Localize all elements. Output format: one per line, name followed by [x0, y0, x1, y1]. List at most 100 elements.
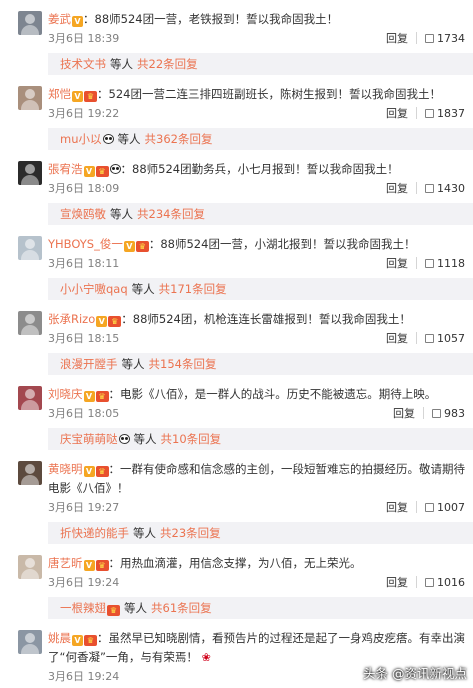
sub-reply-user[interactable]: 浪漫开膛手 [60, 357, 118, 371]
comment-body: 88师524团一营，小湖北报到！誓以我命固我土！ [160, 237, 416, 251]
sub-reply-bar[interactable]: 宣焕鸥敬 等人 共234条回复 [48, 203, 473, 225]
comment-item: 唐艺昕 V ♛ ：用热血滴灌，用信念支撑，为八佰，无上荣光。 3月6日 19:24 回… [0, 544, 473, 593]
thumb-up-icon[interactable] [425, 259, 434, 268]
sub-reply-bar[interactable]: 技术文书 等人 共22条回复 [48, 53, 473, 75]
comment-text: YHBOYS_俊一 V ♛ ：88师524团一营，小湖北报到！誓以我命固我土！ [48, 237, 416, 252]
comment-text: 張宥浩 V ♛ ：88师524团勤务兵，小七月报到！誓以我命固我土！ [48, 162, 399, 177]
sub-reply-user[interactable]: 折快递的能手 [60, 526, 129, 540]
avatar[interactable] [18, 86, 42, 110]
comment-username[interactable]: 黄晓明 [48, 462, 83, 476]
sub-reply-bar[interactable]: 小小宁嗷qaq 等人 共171条回复 [48, 278, 473, 300]
avatar[interactable] [18, 461, 42, 485]
sub-reply-count-link[interactable]: 共362条回复 [145, 132, 213, 146]
like-count: 1118 [437, 257, 465, 270]
reply-button[interactable]: 回复 [386, 32, 408, 45]
v-badge-icon: V [83, 166, 95, 177]
comment-username[interactable]: 张承Rizo [48, 312, 95, 326]
comment-username[interactable]: YHBOYS_俊一 [48, 237, 123, 251]
rose-emoji-icon: ❀ [201, 651, 211, 664]
avatar[interactable] [18, 11, 42, 35]
sub-reply-count-link[interactable]: 共171条回复 [159, 282, 227, 296]
comment-time: 3月6日 18:39 [48, 32, 120, 45]
like-count: 1007 [437, 501, 465, 514]
vip-badge-icon: ♛ [84, 635, 97, 646]
comment-username[interactable]: 唐艺昕 [48, 556, 83, 570]
sub-reply-bar[interactable]: 庆宝萌萌哒 等人 共10条回复 [48, 428, 473, 450]
thumb-up-icon[interactable] [425, 334, 434, 343]
watermark: 头条 @资讯新视点 [363, 666, 467, 681]
avatar[interactable] [18, 161, 42, 185]
sub-reply-bar[interactable]: 折快递的能手 等人 共23条回复 [48, 522, 473, 544]
reply-button[interactable]: 回复 [386, 257, 408, 270]
sub-reply-bar[interactable]: 浪漫开膛手 等人 共154条回复 [48, 353, 473, 375]
vip-badge-icon: ♛ [84, 91, 97, 102]
like-count: 983 [444, 407, 465, 420]
like-count: 1016 [437, 576, 465, 589]
comment-username[interactable]: 刘晓庆 [48, 387, 83, 401]
comment-meta: 3月6日 19:27 回复 1007 [48, 498, 465, 518]
comment-text: 郑恺 V ♛ ：524团一营二连三排四班副班长，陈树生报到！誓以我命固我土！ [48, 87, 441, 102]
comment-time: 3月6日 18:09 [48, 182, 120, 195]
avatar[interactable] [18, 555, 42, 579]
sub-reply-count-link[interactable]: 共22条回复 [137, 57, 198, 71]
sub-reply-bar[interactable]: 一根辣翅 ♛ 等人 共61条回复 [48, 597, 473, 619]
sub-reply-count-link[interactable]: 共234条回复 [137, 207, 205, 221]
sub-reply-user[interactable]: 小小宁嗷qaq [60, 282, 128, 296]
v-badge-icon: V [72, 635, 83, 646]
comment-username[interactable]: 姜武 [48, 12, 71, 26]
reply-button[interactable]: 回复 [386, 107, 408, 120]
vip-badge-icon: ♛ [95, 560, 109, 571]
vip-badge-icon: ♛ [135, 241, 149, 252]
sub-reply-user[interactable]: 宣焕鸥敬 [60, 207, 106, 221]
comment-item: 黄晓明 V ♛ ：一群有使命感和信念感的主创，一段短暂难忘的拍摄经历。敬请期待电影《八… [0, 450, 473, 518]
sub-reply-count-link[interactable]: 共23条回复 [160, 526, 221, 540]
sub-reply-user[interactable]: mu小以 [60, 132, 102, 146]
thumb-up-icon[interactable] [432, 409, 441, 418]
comment-meta: 3月6日 19:22 回复 1837 [48, 104, 465, 124]
reply-button[interactable]: 回复 [386, 332, 408, 345]
comment-username[interactable]: 張宥浩 [48, 162, 83, 176]
sub-reply-count-link[interactable]: 共154条回复 [149, 357, 217, 371]
thumb-up-icon[interactable] [425, 503, 434, 512]
panda-emoji-icon [102, 134, 114, 144]
vip-badge-icon: ♛ [107, 605, 120, 616]
sub-reply-count-link[interactable]: 共10条回复 [161, 432, 222, 446]
v-badge-icon: V [72, 16, 83, 27]
sub-reply-count-link[interactable]: 共61条回复 [151, 601, 212, 615]
avatar[interactable] [18, 630, 42, 654]
comment-item: YHBOYS_俊一 V ♛ ：88师524团一营，小湖北报到！誓以我命固我土！ 3月6… [0, 225, 473, 274]
thumb-up-icon[interactable] [425, 184, 434, 193]
comment-item: 郑恺 V ♛ ：524团一营二连三排四班副班长，陈树生报到！誓以我命固我土！ 3月6日… [0, 75, 473, 124]
like-count: 1057 [437, 332, 465, 345]
sub-reply-bar[interactable]: mu小以 等人 共362条回复 [48, 128, 473, 150]
comment-meta: 3月6日 19:24 回复 1016 [48, 573, 465, 593]
thumb-up-icon[interactable] [425, 578, 434, 587]
comment-meta: 3月6日 18:11 回复 1118 [48, 254, 465, 274]
vip-badge-icon: ♛ [95, 391, 109, 402]
comment-username[interactable]: 郑恺 [48, 87, 71, 101]
comment-item: 张承Rizo V ♛ ：88师524团，机枪连连长雷雄报到！誓以我命固我土！ 3月6日… [0, 300, 473, 349]
thumb-up-icon[interactable] [425, 109, 434, 118]
avatar[interactable] [18, 236, 42, 260]
comment-meta: 3月6日 18:05 回复 983 [48, 404, 465, 424]
comment-time: 3月6日 19:24 [48, 670, 120, 683]
comment-text: 唐艺昕 V ♛ ：用热血滴灌，用信念支撑，为八佰，无上荣光。 [48, 556, 362, 571]
panda-emoji-icon [109, 164, 121, 174]
comment-body: 88师524团，机枪连连长雷雄报到！誓以我命固我土！ [132, 312, 411, 326]
reply-button[interactable]: 回复 [386, 501, 408, 514]
sub-reply-user[interactable]: 庆宝萌萌哒 [60, 432, 118, 446]
avatar[interactable] [18, 386, 42, 410]
comment-item: 刘晓庆 V ♛ ：电影《八佰》，是一群人的战斗。历史不能被遗忘。期待上映。 3月6日 … [0, 375, 473, 424]
reply-button[interactable]: 回复 [386, 182, 408, 195]
sub-reply-user[interactable]: 一根辣翅 [60, 601, 106, 615]
avatar[interactable] [18, 311, 42, 335]
sub-reply-user[interactable]: 技术文书 [60, 57, 106, 71]
comment-body: 88师524团勤务兵，小七月报到！誓以我命固我土！ [132, 162, 399, 176]
comment-body: 电影《八佰》，是一群人的战斗。历史不能被遗忘。期待上映。 [120, 387, 437, 401]
comment-username[interactable]: 姚晨 [48, 631, 71, 645]
thumb-up-icon[interactable] [425, 34, 434, 43]
reply-button[interactable]: 回复 [386, 576, 408, 589]
like-count: 1734 [437, 32, 465, 45]
comment-text: 姚晨 V ♛ ：虽然早已知晓剧情，看预告片的过程还是起了一身鸡皮疙瘩。有幸出演了“何香… [48, 631, 465, 664]
reply-button[interactable]: 回复 [393, 407, 415, 420]
